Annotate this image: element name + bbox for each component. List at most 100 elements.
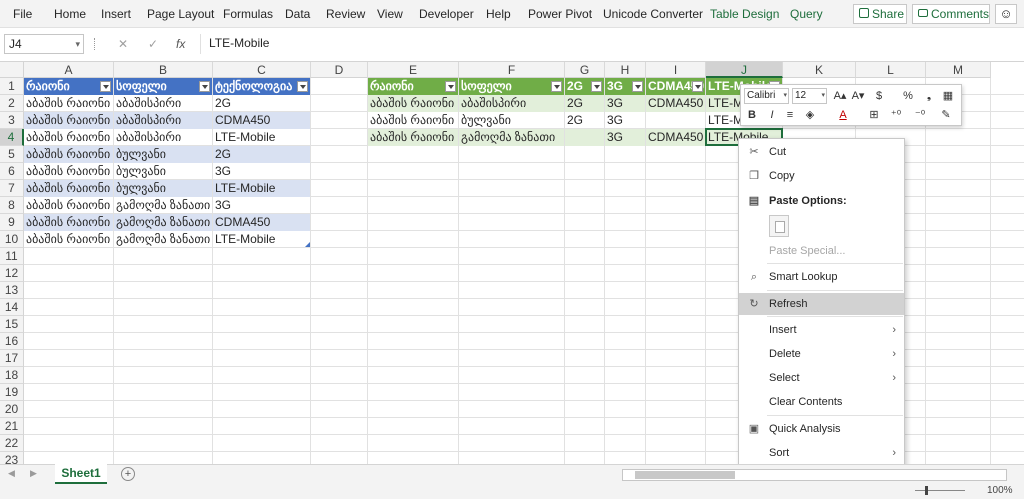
font-size-select[interactable]: 12 ▾ — [792, 88, 827, 104]
tab-formulas[interactable]: Formulas — [223, 7, 273, 21]
table-cell[interactable]: LTE-Mobile — [213, 180, 310, 197]
table-cell[interactable]: ბულვანი — [114, 163, 212, 180]
zoom-slider-knob[interactable] — [925, 486, 928, 495]
row-header-7[interactable]: 7 — [0, 180, 24, 197]
row-header-14[interactable]: 14 — [0, 299, 24, 316]
query-table-cell[interactable]: ბულვანი — [459, 112, 564, 129]
query-table-cell[interactable]: გამოღმა ზანათი — [459, 129, 564, 146]
smiley-icon[interactable]: ☺ — [995, 4, 1017, 24]
menu-item-quick-analysis[interactable]: ▣ Quick Analysis — [739, 418, 904, 440]
row-header-1[interactable]: 1 — [0, 78, 24, 95]
filter-dropdown-icon[interactable] — [100, 81, 111, 92]
scroll-right-icon[interactable]: ▶ — [30, 468, 37, 479]
tab-view[interactable]: View — [377, 7, 403, 21]
column-header-e[interactable]: E — [368, 62, 459, 78]
decrease-decimal-icon[interactable]: ⁻⁰ — [913, 108, 927, 122]
tab-home[interactable]: Home — [54, 7, 86, 21]
row-header-16[interactable]: 16 — [0, 333, 24, 350]
table-cell[interactable]: გამოღმა ზანათი — [114, 231, 212, 248]
row-header-5[interactable]: 5 — [0, 146, 24, 163]
column-header-a[interactable]: A — [24, 62, 114, 78]
row-header-8[interactable]: 8 — [0, 197, 24, 214]
menu-item-delete[interactable]: Delete › — [739, 343, 904, 365]
formula-input[interactable]: LTE-Mobile — [200, 34, 1020, 54]
tab-table-design[interactable]: Table Design — [710, 7, 779, 21]
row-header-19[interactable]: 19 — [0, 384, 24, 401]
menu-item-smart-lookup[interactable]: ⌕ Smart Lookup — [739, 266, 904, 288]
table-header-cell[interactable]: ტექნოლოგია — [213, 78, 310, 95]
tab-help[interactable]: Help — [486, 7, 511, 21]
column-header-d[interactable]: D — [311, 62, 368, 78]
menu-item-refresh[interactable]: ↻ Refresh — [739, 293, 904, 315]
menu-item-paste-special[interactable]: Paste Special... — [739, 240, 904, 262]
query-table-cell[interactable] — [646, 112, 705, 129]
table-cell[interactable]: ბულვანი — [114, 146, 212, 163]
table-cell[interactable]: CDMA450 — [213, 112, 310, 129]
table-cell[interactable]: ბულვანი — [114, 180, 212, 197]
row-header-4[interactable]: 4 — [0, 129, 24, 146]
table-cell[interactable]: აბაშის რაიონი — [24, 146, 113, 163]
column-header-j[interactable]: J — [706, 62, 783, 78]
menu-item-insert[interactable]: Insert › — [739, 319, 904, 341]
zoom-slider[interactable] — [915, 490, 965, 491]
table-cell[interactable]: აბაშის რაიონი — [24, 129, 113, 146]
bold-icon[interactable]: B — [745, 108, 759, 122]
borders-icon[interactable]: ⊞ — [867, 108, 881, 122]
menu-item-select[interactable]: Select › — [739, 367, 904, 389]
column-header-l[interactable]: L — [856, 62, 926, 78]
name-box[interactable]: J4 ▾ — [4, 34, 84, 54]
filter-dropdown-icon[interactable] — [692, 81, 703, 92]
tab-insert[interactable]: Insert — [101, 7, 131, 21]
column-header-b[interactable]: B — [114, 62, 213, 78]
table-cell[interactable]: აბაშის რაიონი — [24, 95, 113, 112]
query-table-cell[interactable]: აბაშის რაიონი — [368, 95, 458, 112]
query-table-cell[interactable]: CDMA450 — [646, 95, 705, 112]
font-select[interactable]: Calibri ▾ — [744, 88, 789, 104]
share-button[interactable]: Share — [853, 4, 907, 24]
table-cell[interactable]: გამოღმა ზანათი — [114, 197, 212, 214]
insert-function-icon[interactable]: fx — [176, 37, 185, 51]
row-header-13[interactable]: 13 — [0, 282, 24, 299]
cancel-icon[interactable]: ✕ — [118, 37, 128, 51]
column-header-m[interactable]: M — [926, 62, 991, 78]
row-header-10[interactable]: 10 — [0, 231, 24, 248]
increase-decimal-icon[interactable]: ⁺⁰ — [889, 108, 903, 122]
row-header-18[interactable]: 18 — [0, 367, 24, 384]
tab-unicode-converter[interactable]: Unicode Converter — [603, 7, 703, 21]
query-table-cell[interactable]: 3G — [605, 129, 645, 146]
increase-font-icon[interactable]: A▴ — [833, 89, 847, 103]
column-header-c[interactable]: C — [213, 62, 311, 78]
tab-query[interactable]: Query — [790, 7, 823, 21]
table-resize-handle[interactable] — [305, 242, 310, 247]
fill-color-icon[interactable]: ◈ — [803, 108, 817, 122]
decrease-font-icon[interactable]: A▾ — [851, 89, 865, 103]
comments-button[interactable]: Comments — [912, 4, 990, 24]
query-table-cell[interactable]: 3G — [605, 112, 645, 129]
table-cell[interactable]: აბაშის რაიონი — [24, 197, 113, 214]
format-painter-icon[interactable]: ✎ — [939, 108, 953, 122]
filter-dropdown-icon[interactable] — [297, 81, 308, 92]
tab-review[interactable]: Review — [326, 7, 365, 21]
column-header-h[interactable]: H — [605, 62, 646, 78]
table-cell[interactable]: აბაშის რაიონი — [24, 231, 113, 248]
table-cell[interactable]: აბაშის რაიონი — [24, 180, 113, 197]
zoom-level[interactable]: 100% — [987, 485, 1013, 496]
filter-dropdown-icon[interactable] — [199, 81, 210, 92]
table-cell[interactable]: LTE-Mobile — [213, 231, 310, 248]
tab-data[interactable]: Data — [285, 7, 310, 21]
percent-icon[interactable]: % — [901, 89, 915, 103]
row-header-11[interactable]: 11 — [0, 248, 24, 265]
tab-developer[interactable]: Developer — [419, 7, 474, 21]
table-cell[interactable]: აბაშის რაიონი — [24, 214, 113, 231]
menu-item-copy[interactable]: ❐ Copy — [739, 165, 904, 187]
filter-dropdown-icon[interactable] — [445, 81, 456, 92]
filter-dropdown-icon[interactable] — [591, 81, 602, 92]
table-cell[interactable]: 2G — [213, 146, 310, 163]
query-table-cell[interactable]: 2G — [565, 95, 604, 112]
select-all-corner[interactable] — [0, 62, 24, 78]
query-table-cell[interactable] — [565, 129, 604, 146]
query-table-cell[interactable]: 2G — [565, 112, 604, 129]
tab-file[interactable]: File — [13, 7, 32, 21]
row-header-12[interactable]: 12 — [0, 265, 24, 282]
row-header-17[interactable]: 17 — [0, 350, 24, 367]
